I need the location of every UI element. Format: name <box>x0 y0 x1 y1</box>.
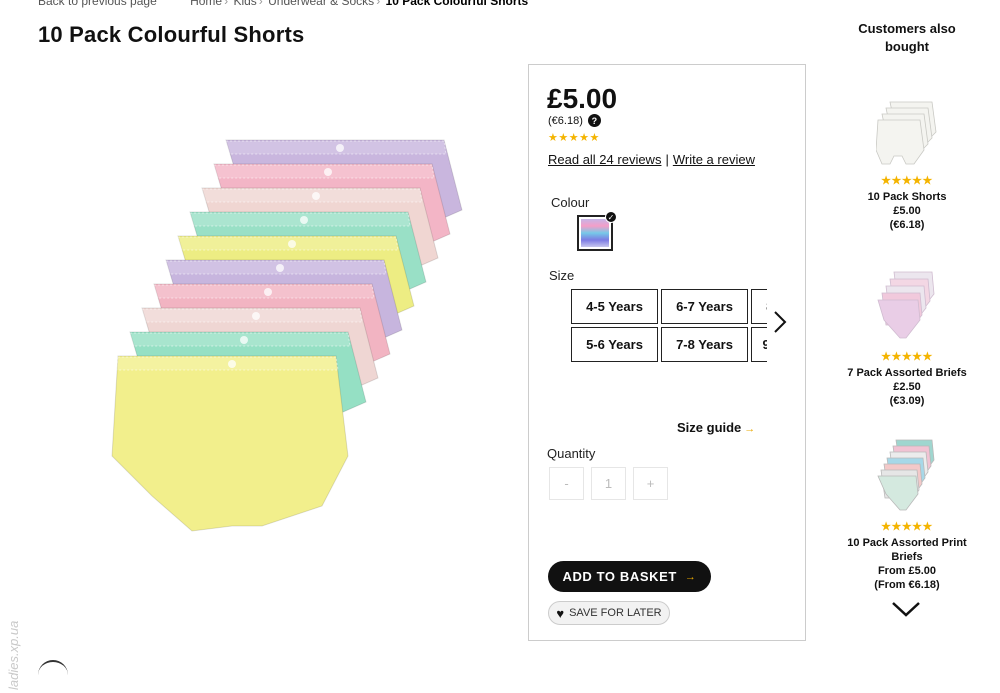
waistband <box>115 356 339 371</box>
quantity-decrease-button[interactable]: - <box>549 467 584 500</box>
quantity-input[interactable]: 1 <box>591 467 626 500</box>
write-review-link[interactable]: Write a review <box>673 152 755 167</box>
waistband <box>211 164 435 179</box>
recommendation-price: From £5.00 <box>877 565 937 577</box>
size-guide-label: Size guide <box>677 420 742 435</box>
breadcrumb-home[interactable]: Home <box>190 0 222 8</box>
reviews-links: Read all 24 reviews | Write a review <box>548 152 755 167</box>
bow <box>324 168 332 176</box>
check-icon: ✓ <box>605 211 617 223</box>
size-guide-link[interactable]: Size guide → <box>677 420 755 435</box>
size-option-5-6[interactable]: 5-6 Years <box>571 327 658 362</box>
waistband <box>199 188 423 203</box>
bow <box>276 264 284 272</box>
recommendation-item[interactable]: ★★★★★ 10 Pack Assorted Print Briefs From… <box>838 438 976 592</box>
add-to-basket-button[interactable]: ADD TO BASKET → <box>548 561 711 592</box>
recommendation-item[interactable]: ★★★★★ 7 Pack Assorted Briefs £2.50 (€3.0… <box>838 270 976 408</box>
rating-stars: ★★★★★ <box>881 351 933 363</box>
rating-stars: ★★★★★ <box>881 521 933 533</box>
colour-swatch[interactable]: ✓ <box>577 211 617 251</box>
recommendation-price-eur: (From €6.18) <box>874 579 940 591</box>
arrow-right-icon: → <box>744 423 756 435</box>
read-reviews-link[interactable]: Read all 24 reviews <box>548 152 661 167</box>
save-for-later-label: SAVE FOR LATER <box>569 607 662 619</box>
product-image[interactable] <box>90 130 470 540</box>
size-label: Size <box>549 268 575 283</box>
arrow-right-icon: → <box>684 570 697 583</box>
bow <box>300 216 308 224</box>
size-option-4-5[interactable]: 4-5 Years <box>571 289 658 324</box>
breadcrumb: Back to previous page Home › Kids › Underw… <box>38 0 528 8</box>
help-icon[interactable]: ? <box>587 114 601 127</box>
recommendation-price: £5.00 <box>893 205 921 217</box>
recommendation-price-eur: (€6.18) <box>889 219 925 231</box>
recommendation-price-eur: (€3.09) <box>889 395 925 407</box>
also-bought-title: Customers also bought <box>858 21 956 54</box>
quantity-label: Quantity <box>547 446 596 461</box>
chevron-right-icon[interactable] <box>771 310 789 334</box>
bow <box>336 144 344 152</box>
price: £5.00 <box>547 83 618 114</box>
size-option-6-7[interactable]: 6-7 Years <box>661 289 748 324</box>
watermark: ladies.xp.ua <box>6 620 21 690</box>
quantity-increase-button[interactable]: + <box>633 467 668 500</box>
bow <box>252 312 260 320</box>
price-eur: (€6.18) ? <box>548 114 601 127</box>
waistband <box>175 236 399 251</box>
also-bought-panel: Customers also bought ★★★★★ 10 Pack Shor… <box>838 20 976 617</box>
recommendation-name: 10 Pack Shorts <box>867 191 947 203</box>
save-for-later-button[interactable]: ♥ SAVE FOR LATER <box>548 601 670 625</box>
waistband <box>187 212 411 227</box>
recommendation-name: 10 Pack Assorted Print Briefs <box>847 537 967 563</box>
bow <box>264 288 272 296</box>
recommendation-price: £2.50 <box>893 381 921 393</box>
bow <box>228 360 236 368</box>
recommendation-item[interactable]: ★★★★★ 10 Pack Shorts £5.00 (€6.18) <box>838 100 976 232</box>
size-option-9-10[interactable]: 9-10 Years <box>751 327 767 362</box>
shorts-layer <box>111 355 349 532</box>
add-to-basket-label: ADD TO BASKET <box>562 569 677 584</box>
breadcrumb-current: 10 Pack Colourful Shorts <box>385 0 529 8</box>
waistband <box>127 332 351 347</box>
recommendation-name: 7 Pack Assorted Briefs <box>847 367 967 379</box>
page-title: 10 Pack Colourful Shorts <box>38 22 305 47</box>
waistband <box>139 308 363 323</box>
breadcrumb-kids[interactable]: Kids <box>233 0 256 8</box>
purchase-panel: £5.00 (€6.18) ? ★★★★★ Read all 24 review… <box>528 64 806 641</box>
chevron-down-icon[interactable] <box>890 600 922 618</box>
bow <box>288 240 296 248</box>
recommendation-image <box>876 101 937 165</box>
colour-label: Colour <box>551 195 590 210</box>
size-option-8-9[interactable]: 8-9 Years <box>751 289 767 324</box>
scroll-indicator-icon[interactable] <box>38 660 68 690</box>
back-link[interactable]: Back to previous page <box>38 0 157 8</box>
waistband <box>151 284 375 299</box>
heart-icon: ♥ <box>556 605 565 621</box>
rating-stars: ★★★★★ <box>548 132 600 144</box>
waistband <box>223 140 447 155</box>
bow <box>312 192 320 200</box>
recommendation-image <box>877 439 935 511</box>
rating-stars: ★★★★★ <box>881 175 933 187</box>
waistband <box>163 260 387 275</box>
quantity-stepper: - 1 + <box>549 467 675 500</box>
bow <box>240 336 248 344</box>
recommendation-image <box>877 271 935 339</box>
breadcrumb-underwear[interactable]: Underwear & Socks <box>268 0 374 8</box>
price-eur-value: (€6.18) <box>548 114 583 127</box>
size-option-7-8[interactable]: 7-8 Years <box>661 327 748 362</box>
size-options: 4-5 Years 6-7 Years 8-9 Years 5-6 Years … <box>571 287 767 363</box>
